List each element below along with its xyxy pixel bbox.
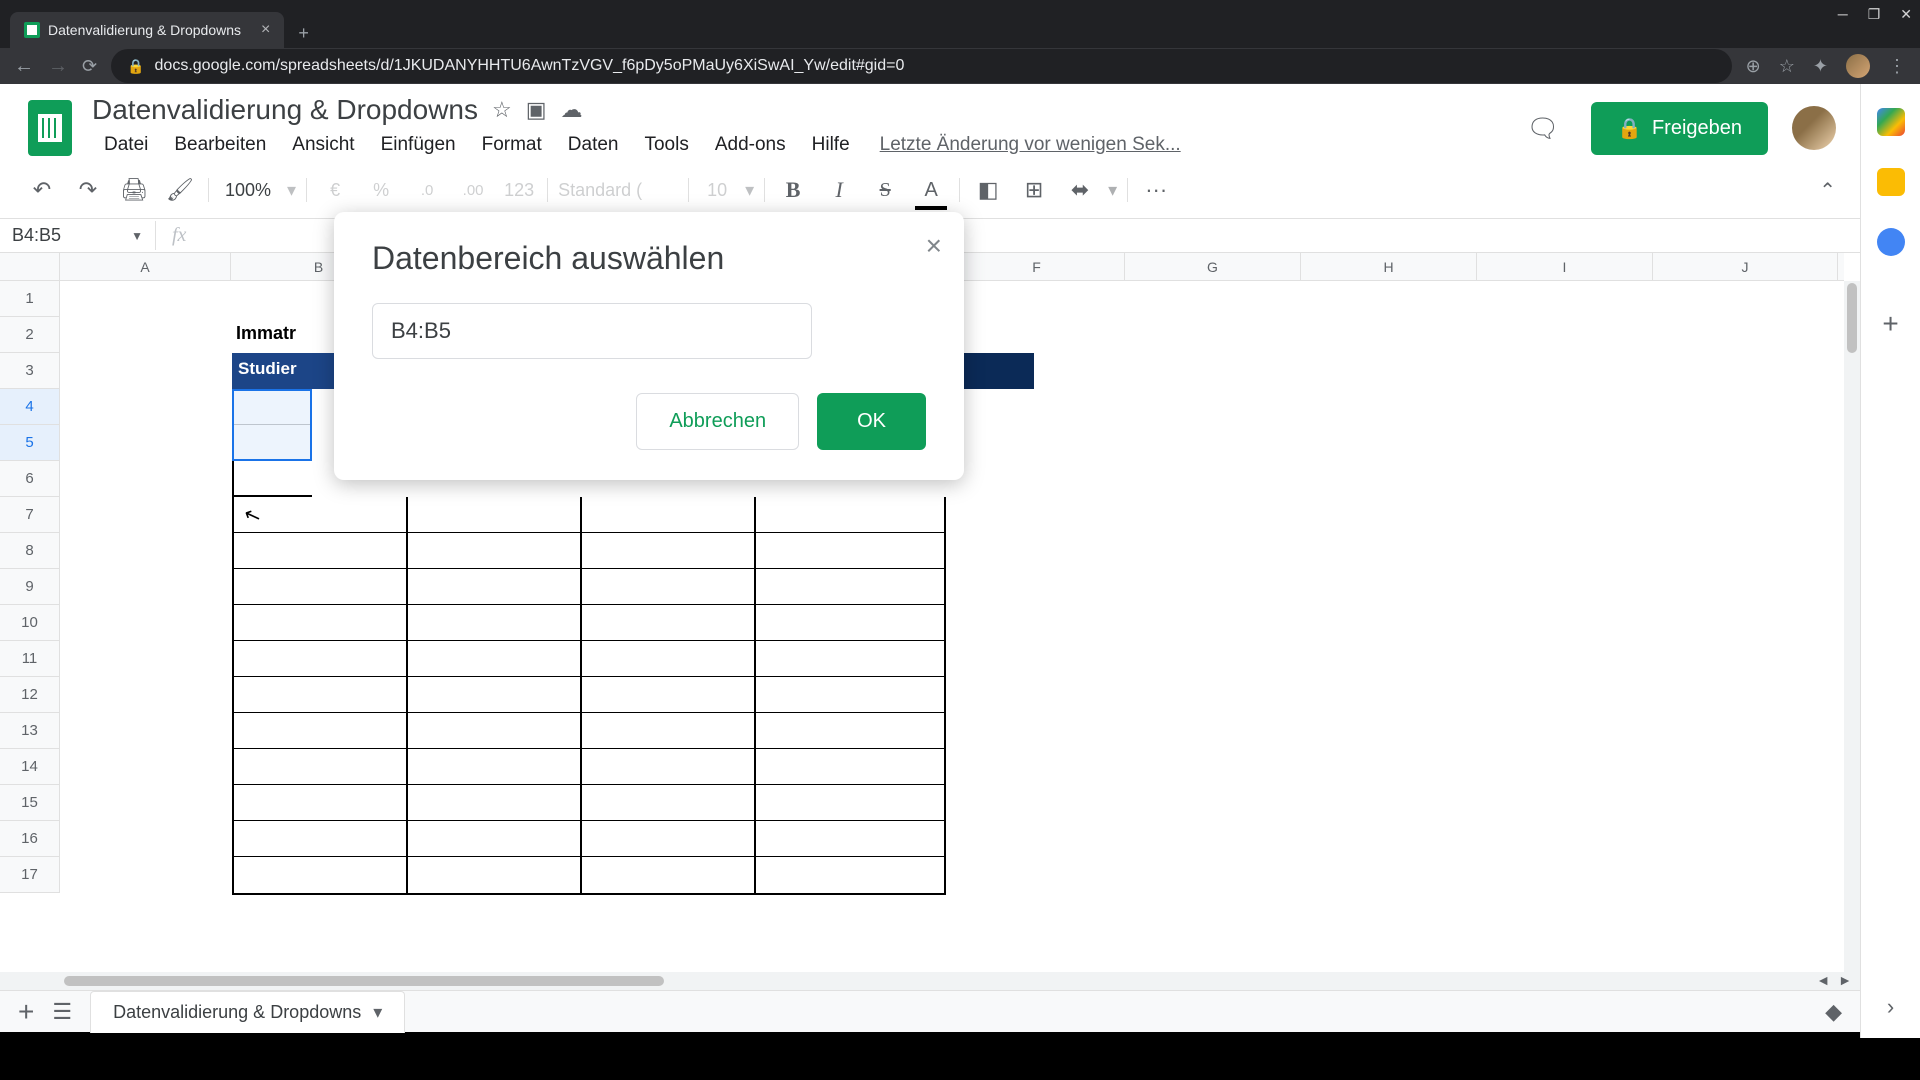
extensions-icon[interactable]: ✦ xyxy=(1813,56,1828,77)
browser-toolbar: ← → ⟳ 🔒 docs.google.com/spreadsheets/d/1… xyxy=(0,48,1920,84)
nav-back-icon[interactable]: ← xyxy=(14,55,34,78)
sheets-favicon-icon xyxy=(24,22,40,38)
window-minimize-icon[interactable]: ─ xyxy=(1838,6,1848,23)
lock-icon: 🔒 xyxy=(127,58,144,75)
nav-forward-icon[interactable]: → xyxy=(48,55,68,78)
dialog-close-icon[interactable]: × xyxy=(926,230,942,262)
url-bar[interactable]: 🔒 docs.google.com/spreadsheets/d/1JKUDAN… xyxy=(111,49,1732,83)
select-data-range-dialog: × Datenbereich auswählen Abbrechen OK xyxy=(334,212,964,480)
url-text: docs.google.com/spreadsheets/d/1JKUDANYH… xyxy=(155,57,905,75)
browser-tab-strip: Datenvalidierung & Dropdowns × + xyxy=(0,28,1920,48)
window-maximize-icon[interactable]: ❐ xyxy=(1868,6,1881,23)
dialog-overlay: × Datenbereich auswählen Abbrechen OK xyxy=(0,84,1920,1038)
new-tab-button[interactable]: + xyxy=(284,19,323,48)
dialog-title: Datenbereich auswählen xyxy=(372,240,926,277)
reload-icon[interactable]: ⟳ xyxy=(82,56,97,77)
ok-button[interactable]: OK xyxy=(817,393,926,450)
letterbox-bottom xyxy=(0,1038,1920,1080)
browser-tab-active[interactable]: Datenvalidierung & Dropdowns × xyxy=(10,12,284,48)
window-close-icon[interactable]: ✕ xyxy=(1900,6,1912,23)
tab-title: Datenvalidierung & Dropdowns xyxy=(48,22,241,38)
browser-menu-icon[interactable]: ⋮ xyxy=(1888,56,1906,77)
zoom-indicator-icon[interactable]: ⊕ xyxy=(1746,56,1761,77)
range-input[interactable] xyxy=(372,303,812,359)
cancel-button[interactable]: Abbrechen xyxy=(636,393,799,450)
browser-profile-avatar[interactable] xyxy=(1846,54,1870,78)
tab-close-icon[interactable]: × xyxy=(261,21,270,39)
bookmark-star-icon[interactable]: ☆ xyxy=(1779,56,1795,77)
